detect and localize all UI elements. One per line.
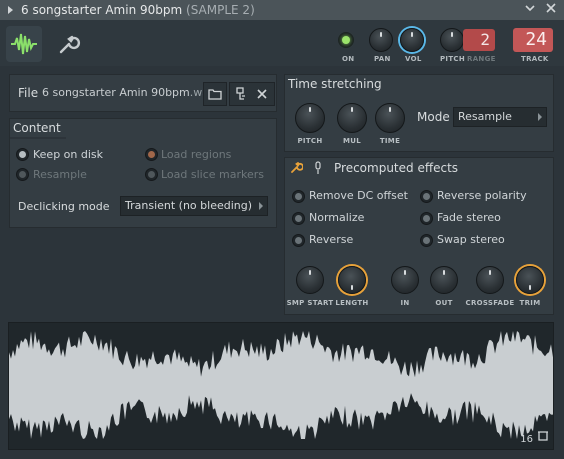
remove-dc-offset-radio[interactable] [292, 190, 305, 203]
title-bar: 6 songstarter Amin 90bpm (SAMPLE 2) [0, 0, 564, 20]
range-label: RANGE [467, 55, 496, 63]
remove-dc-offset-label: Remove DC offset [309, 189, 408, 202]
reverse-radio[interactable] [292, 234, 305, 247]
load-slice-markers-radio[interactable] [145, 168, 158, 181]
mode-label: Mode [417, 110, 450, 124]
length-knob[interactable] [338, 266, 366, 294]
mic-icon[interactable] [313, 161, 323, 178]
track-label: TRACK [521, 55, 549, 63]
reverse-polarity-label: Reverse polarity [437, 189, 527, 202]
loop-icon[interactable] [537, 430, 549, 444]
fade-stereo-label: Fade stereo [437, 211, 501, 224]
window-subtitle: (SAMPLE 2) [186, 3, 255, 17]
keep-on-disk-radio[interactable] [16, 148, 29, 161]
volume-knob[interactable] [400, 28, 424, 52]
wrench-small-icon[interactable] [289, 161, 304, 178]
chevron-right-icon [259, 202, 263, 210]
stretch-time-label: TIME [379, 137, 401, 145]
keep-on-disk-label: Keep on disk [33, 148, 104, 161]
fade-stereo-radio[interactable] [420, 212, 433, 225]
window-title: 6 songstarter Amin 90bpm (SAMPLE 2) [21, 3, 255, 17]
stretch-time-knob[interactable] [375, 103, 405, 133]
vol-label: VOL [405, 55, 422, 63]
content-title: Content [13, 121, 61, 135]
time-stretching-title: Time stretching [288, 77, 382, 91]
trim-knob[interactable] [516, 266, 544, 294]
precomputed-effects-title: Precomputed effects [334, 161, 459, 175]
fade-out-knob[interactable] [430, 266, 458, 294]
swap-stereo-label: Swap stereo [437, 233, 505, 246]
sample-start-knob[interactable] [296, 266, 324, 294]
stretch-mul-knob[interactable] [337, 103, 367, 133]
waveform-tab-icon[interactable] [6, 26, 42, 62]
declicking-mode-label: Declicking mode [18, 200, 110, 213]
declicking-mode-select[interactable]: Transient (no bleeding) [120, 196, 268, 216]
open-folder-button[interactable] [203, 82, 227, 106]
window-title-text: 6 songstarter Amin 90bpm [21, 3, 183, 17]
load-slice-markers-label: Load slice markers [161, 168, 265, 181]
reverse-polarity-radio[interactable] [420, 190, 433, 203]
swap-stereo-radio[interactable] [420, 234, 433, 247]
stretch-mode-value: Resample [458, 110, 512, 123]
declicking-mode-value: Transient (no bleeding) [125, 199, 253, 212]
locate-file-button[interactable] [229, 82, 253, 106]
normalize-radio[interactable] [292, 212, 305, 225]
crossfade-knob[interactable] [476, 266, 504, 294]
wrench-icon[interactable] [54, 30, 82, 58]
waveform-shape [9, 331, 553, 439]
resample-label: Resample [33, 168, 87, 181]
resample-radio[interactable] [16, 168, 29, 181]
normalize-label: Normalize [309, 211, 365, 224]
pan-knob[interactable] [369, 28, 393, 52]
pitch-label: PITCH [440, 55, 466, 63]
load-regions-radio[interactable] [145, 148, 158, 161]
remove-file-button[interactable] [251, 82, 275, 106]
on-label: ON [342, 55, 355, 63]
stretch-pitch-knob[interactable] [295, 103, 325, 133]
file-name: 6 songstarter Amin 90bpm.wav [42, 86, 216, 99]
file-panel: File 6 songstarter Amin 90bpm.wav [9, 74, 277, 112]
chevron-right-icon [538, 113, 542, 121]
waveform-display[interactable]: 16 [8, 322, 554, 450]
length-label: LENGTH [335, 299, 369, 307]
pan-label: PAN [374, 55, 391, 63]
toolbar: ON PAN VOL PITCH 2 RANGE 24 TRACK [0, 20, 564, 66]
pitch-knob[interactable] [440, 28, 464, 52]
waveform-graphic [9, 331, 553, 439]
fade-in-knob[interactable] [391, 266, 419, 294]
on-led[interactable] [338, 32, 354, 48]
stretch-mode-select[interactable]: Resample [453, 107, 547, 127]
content-panel: Content Keep on disk Load regions Resamp… [9, 118, 277, 228]
reverse-label: Reverse [309, 233, 354, 246]
waveform-count: 16 [520, 434, 533, 445]
close-icon[interactable] [543, 2, 559, 18]
mixer-track-display[interactable]: 24 [513, 28, 553, 52]
load-regions-label: Load regions [161, 148, 232, 161]
pitch-range-display[interactable]: 2 [463, 29, 495, 51]
window-menu-arrow-icon[interactable] [8, 6, 13, 14]
trim-label: TRIM [519, 299, 541, 307]
menu-icon[interactable] [522, 2, 538, 18]
precomputed-effects-panel: Precomputed effects Remove DC offset Rev… [284, 157, 554, 315]
file-name-text: 6 songstarter Amin 90bpm [42, 86, 190, 99]
time-stretching-panel: Time stretching PITCH MUL TIME Mode Resa… [284, 74, 554, 152]
file-label: File [18, 86, 39, 100]
